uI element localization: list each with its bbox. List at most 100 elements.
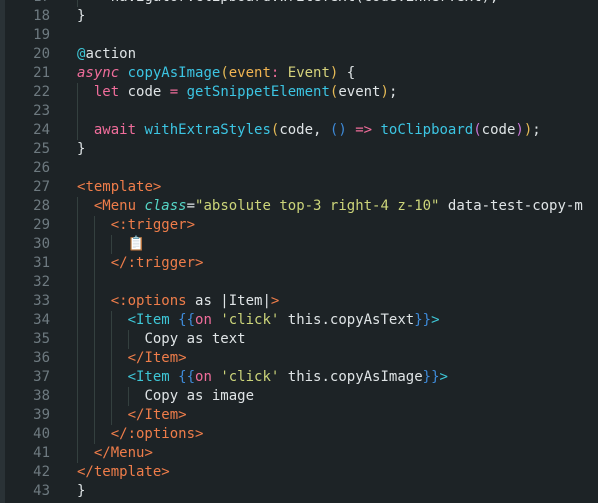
code-line[interactable]: 35 Copy as text — [0, 330, 598, 349]
code-line[interactable]: 32 — [0, 273, 598, 292]
token-curly: {{ — [178, 369, 196, 385]
token-component: <Item — [127, 369, 170, 385]
code-line[interactable]: 24 await withExtraStyles (code, () => toCl… — [0, 121, 598, 140]
line-number: 36 — [33, 350, 50, 366]
token-tag: Item — [144, 350, 179, 366]
code-area[interactable]: 17 navigator.clipboard.writeText(code.in… — [0, 0, 598, 501]
token-default — [178, 84, 186, 100]
token-default: } — [77, 483, 86, 499]
line-number: 35 — [33, 331, 50, 347]
line-number: 37 — [33, 369, 50, 385]
indent-guide — [110, 330, 112, 349]
token-template-tag: template — [85, 179, 153, 195]
line-content: await withExtraStyles (code, () => toClip… — [94, 121, 541, 140]
token-default: action — [85, 46, 137, 62]
line-number: 42 — [33, 464, 50, 480]
line-number: 34 — [33, 312, 50, 328]
token-param: event — [228, 65, 271, 81]
token-bracket: ( — [220, 65, 229, 81]
line-content: <Item {{on 'click' this.copyAsImage}}> — [128, 368, 448, 387]
code-line[interactable]: 27 <template> — [0, 178, 598, 197]
code-line[interactable]: 31 </:trigger> — [0, 254, 598, 273]
indent-guide — [110, 235, 112, 254]
token-tag: > — [152, 179, 162, 195]
code-line[interactable]: 36 </Item> — [0, 349, 598, 368]
token-default: ; — [388, 84, 398, 100]
token-tag: </ — [110, 255, 128, 271]
line-number: 43 — [33, 483, 50, 499]
code-line[interactable]: 26 — [0, 159, 598, 178]
indent-guide — [77, 216, 78, 235]
token-tag: :trigger — [127, 255, 196, 271]
token-default: event — [338, 84, 381, 100]
token-default — [170, 369, 178, 385]
indent-guide — [77, 197, 78, 216]
code-line[interactable]: 43} — [0, 482, 598, 501]
token-keyword: => — [355, 122, 373, 138]
line-number: 18 — [33, 8, 50, 24]
indent-guide — [93, 406, 95, 425]
line-number: 19 — [33, 27, 50, 43]
indent-guide — [93, 216, 95, 235]
line-content: } — [77, 7, 85, 26]
token-keyword: on — [195, 369, 212, 385]
indent-guide — [77, 273, 78, 292]
token-string: 'click' — [220, 312, 280, 328]
indent-guide — [127, 387, 129, 406]
indent-guide — [77, 368, 78, 387]
code-line[interactable]: 28 <Menu class="absolute top-3 right-4 z-… — [0, 197, 598, 216]
token-template-tag: template — [93, 464, 162, 480]
token-tag: > — [270, 293, 280, 309]
token-string: "absolute top-3 right-4 z-10" — [195, 198, 440, 214]
token-type: Event — [287, 65, 330, 81]
token-attr: class — [144, 198, 187, 214]
line-content: <Menu class="absolute top-3 right-4 z-10… — [94, 197, 583, 216]
token-default — [170, 312, 178, 328]
code-line[interactable]: 42 </template> — [0, 463, 598, 482]
line-content: </Item> — [128, 349, 187, 368]
line-content: </:trigger> — [111, 254, 204, 273]
token-default — [119, 65, 127, 81]
code-line[interactable]: 20 @action — [0, 45, 598, 64]
code-line[interactable]: 34 <Item {{on 'click' this.copyAsText}}> — [0, 311, 598, 330]
code-line[interactable]: 30 📋 — [0, 235, 598, 254]
indent-guide — [77, 330, 78, 349]
line-content: Copy as text — [144, 330, 245, 349]
code-line[interactable]: 38 Copy as image — [0, 387, 598, 406]
token-tag: :trigger — [119, 217, 187, 233]
indent-guide — [77, 102, 78, 121]
indent-guide — [93, 330, 95, 349]
line-content: </Menu> — [94, 444, 153, 463]
indent-guide — [93, 292, 95, 311]
code-line[interactable]: 17 navigator.clipboard.writeText(code.in… — [0, 0, 598, 7]
code-line[interactable]: 40 </:options> — [0, 425, 598, 444]
token-curly: }} — [414, 312, 432, 328]
code-line[interactable]: 23 — [0, 102, 598, 121]
code-line[interactable]: 33 <:options as |Item|> — [0, 292, 598, 311]
code-line[interactable]: 41 </Menu> — [0, 444, 598, 463]
token-bracket: ) — [380, 84, 389, 100]
token-keyword: await — [93, 122, 137, 138]
token-tag: > — [144, 445, 153, 461]
indent-guide — [93, 254, 95, 273]
line-number: 21 — [33, 65, 50, 81]
code-line[interactable]: 25} — [0, 140, 598, 159]
token-curly: {{ — [178, 312, 196, 328]
code-line[interactable]: 29 <:trigger> — [0, 216, 598, 235]
token-tag: < — [110, 293, 120, 309]
token-function: getSnippetElement — [186, 84, 330, 100]
code-line[interactable]: 22 let code = getSnippetElement(event); — [0, 83, 598, 102]
line-number: 20 — [33, 46, 50, 62]
code-line[interactable]: 18} — [0, 7, 598, 26]
indent-guide — [77, 292, 78, 311]
line-number: 31 — [33, 255, 50, 271]
code-line[interactable]: 21 async copyAsImage(event: Event) { — [0, 64, 598, 83]
code-line[interactable]: 37 <Item {{on 'click' this.copyAsImage}}> — [0, 368, 598, 387]
indent-guide — [93, 425, 95, 444]
token-default: this.copyAsText — [279, 312, 415, 328]
token-tag: > — [195, 426, 204, 442]
code-editor[interactable]: 17 navigator.clipboard.writeText(code.in… — [0, 0, 598, 503]
line-number: 27 — [33, 179, 50, 195]
code-line[interactable]: 39 </Item> — [0, 406, 598, 425]
code-line[interactable]: 19 — [0, 26, 598, 45]
